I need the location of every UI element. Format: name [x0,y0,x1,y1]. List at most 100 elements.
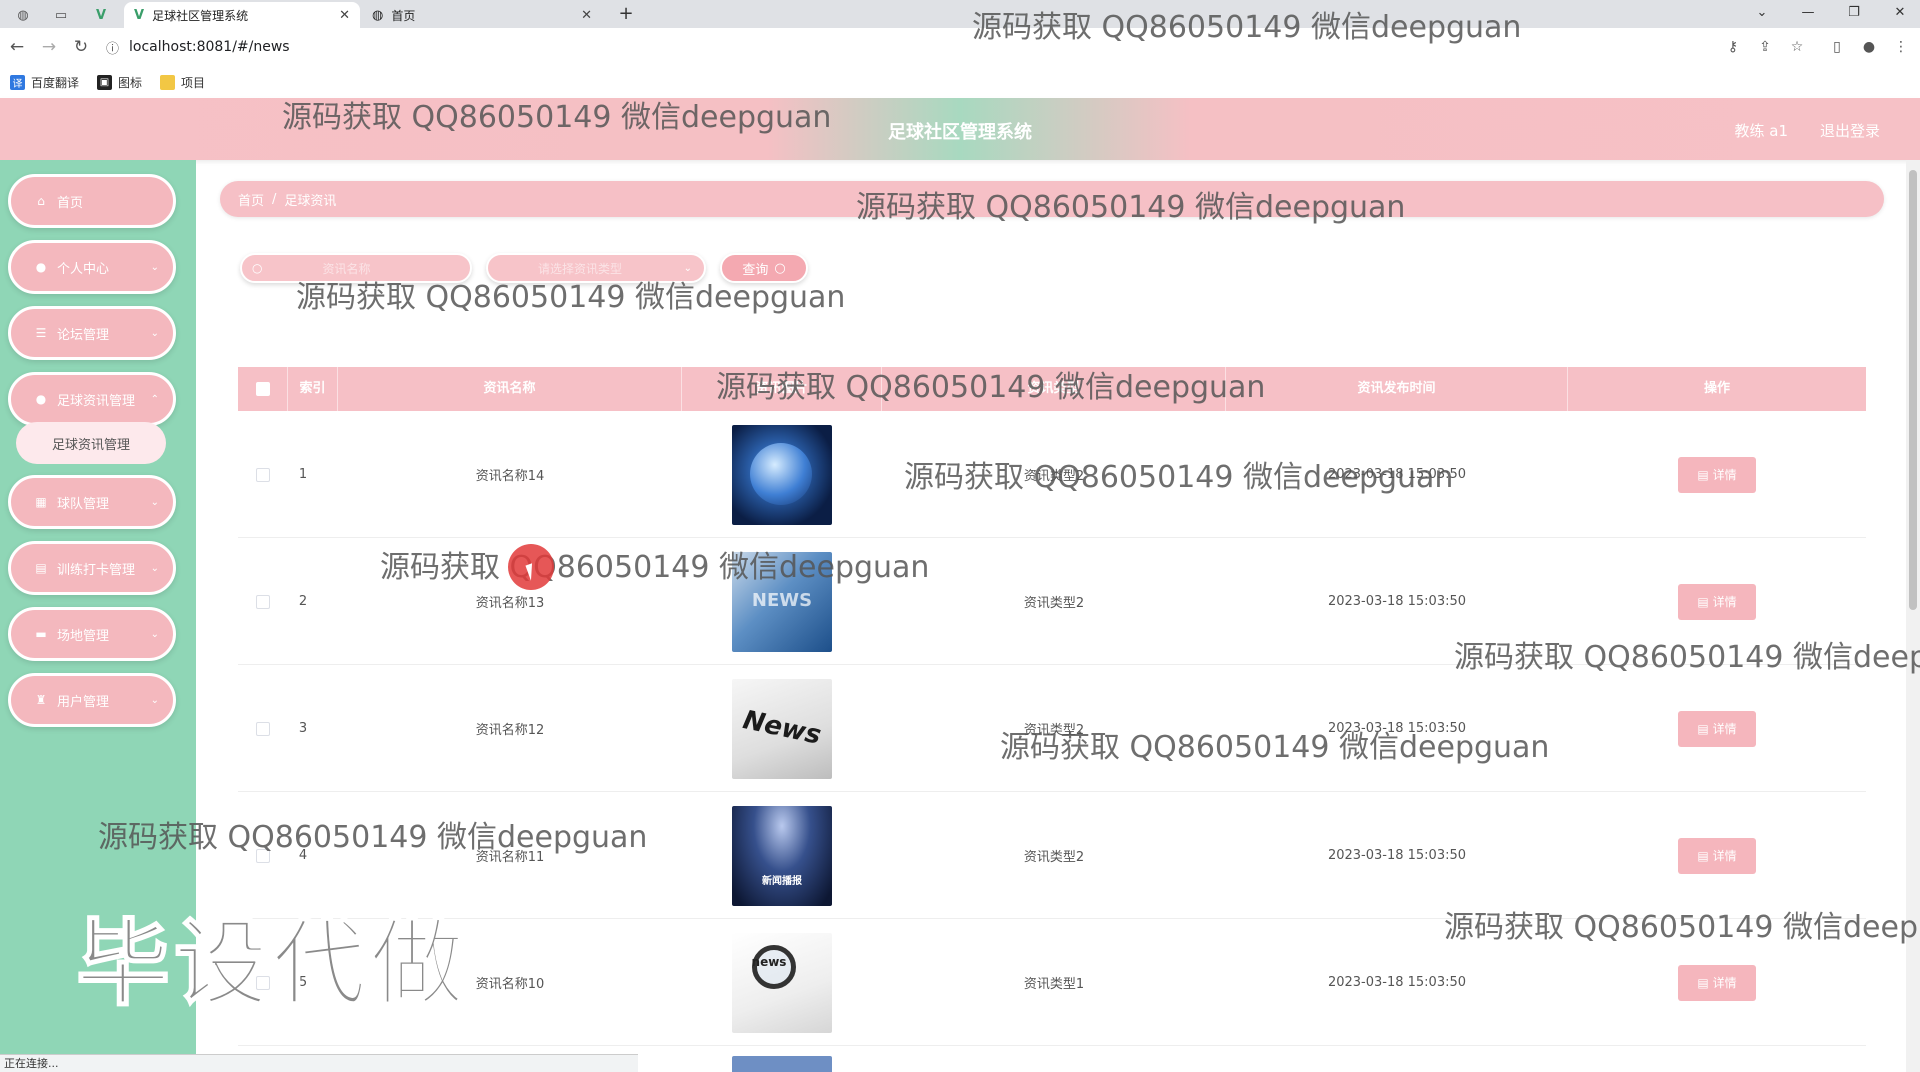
row-index: 3 [298,721,308,736]
close-icon[interactable]: ✕ [581,8,592,23]
news-image[interactable]: News [732,678,832,779]
new-tab-button[interactable]: + [614,2,638,26]
table-row: 1 资讯名称14 资讯类型2 2023-03-18 15:03:50 ▤ 详情 [238,411,1866,538]
bookmark-label: 项目 [181,75,206,90]
row-image-cell: news [682,919,882,1046]
sidebar-item-team[interactable]: ▦ 球队管理 ⌄ [8,475,176,529]
share-icon[interactable]: ⇪ [1754,36,1776,58]
minimize-button[interactable]: — [1788,2,1828,24]
sidebar-item-label: 场地管理 [57,628,110,644]
page-scrollbar[interactable] [1906,160,1920,1072]
app-title: 足球社区管理系统 [888,122,1032,143]
news-image[interactable]: news [732,932,832,1033]
folder-icon [160,74,176,90]
query-label: 查询 [742,262,769,278]
chevron-down-icon: ⌄ [150,327,159,339]
current-user: 教练 a1 [1734,122,1788,140]
news-image[interactable] [732,1056,832,1072]
row-checkbox-cell [238,538,288,665]
row-name: 资讯名称14 [475,469,545,484]
row-action-cell: ▤ 详情 [1568,919,1866,1046]
reload-icon[interactable]: ↻ [70,36,92,58]
news-image-caption: 新闻播报 [762,875,802,887]
sidebar-item-forum[interactable]: ☰ 论坛管理 ⌄ [8,306,176,360]
search-icon: ○ [774,260,786,276]
globe-icon: ◍ [372,7,384,23]
row-type: 资讯类型2 [1023,850,1085,865]
bookmark-item[interactable]: 项目 [160,74,205,91]
row-image-cell: News [682,665,882,792]
submenu-item-news[interactable]: 足球资讯管理 [16,422,166,464]
news-image-caption: news [751,954,787,969]
query-button[interactable]: 查询 ○ [720,253,808,283]
select-all-checkbox[interactable] [255,381,270,396]
row-checkbox[interactable] [256,721,270,736]
sidebar-item-home[interactable]: ⌂ 首页 [8,174,176,228]
row-checkbox[interactable] [256,848,270,863]
tab-search-icon[interactable]: ⌄ [1742,2,1782,24]
scrollbar-thumb[interactable] [1909,170,1917,610]
user-icon: ● [35,260,47,274]
sidepanel-icon[interactable]: ▯ [1826,36,1848,58]
row-checkbox[interactable] [256,467,270,482]
news-name-input[interactable]: ○ 资讯名称 [240,253,472,283]
forward-icon[interactable]: → [38,36,60,58]
tab-title: 首页 [391,8,416,23]
detail-button[interactable]: ▤ 详情 [1678,964,1756,1001]
back-icon[interactable]: ← [6,36,28,58]
news-image[interactable] [732,424,832,525]
user-icon: ● [35,392,47,406]
vue-icon[interactable]: V [88,4,114,26]
detail-button[interactable]: ▤ 详情 [1678,837,1756,874]
browser-tab-strip: ◍ ▭ V V 足球社区管理系统 ✕ ◍ 首页 ✕ + ⌄ — ❐ ✕ [0,0,1920,28]
sidebar-item-users[interactable]: ♜ 用户管理 ⌄ [8,673,176,727]
bookmarks-bar: 译 百度翻译 ▣ 图标 项目 [0,66,1920,98]
key-icon[interactable]: ⚷ [1722,36,1744,58]
close-icon[interactable]: ✕ [339,8,350,23]
url-field[interactable]: ⓘ localhost:8081/#/news [106,33,1706,61]
col-type: 资讯类型 [882,367,1226,411]
row-checkbox[interactable] [256,594,270,609]
news-type-select[interactable]: 请选择资讯类型 ⌄ [486,253,706,283]
restore-button[interactable]: ❐ [1834,2,1874,24]
menu-icon[interactable]: ⋮ [1890,36,1912,58]
sidebar-item-profile[interactable]: ● 个人中心 ⌄ [8,240,176,294]
bookmark-item[interactable]: ▣ 图标 [97,74,142,91]
row-type: 资讯类型2 [1023,723,1085,738]
row-action-cell: ▤ 详情 [1568,411,1866,538]
sidebar-item-news[interactable]: ● 足球资讯管理 ⌃ [8,372,176,426]
col-index: 索引 [288,367,338,411]
sidebar-item-label: 足球资讯管理 [57,393,136,409]
browser-status-bar: 正在连接... [0,1054,638,1072]
table-row: 4 资讯名称11 新闻播报 资讯类型2 2023-03-18 15:03:50 … [238,792,1866,919]
profile-icon[interactable]: ● [1858,36,1880,58]
tab-active[interactable]: V 足球社区管理系统 ✕ [124,2,360,28]
page-icon[interactable]: ▭ [48,4,74,26]
detail-button[interactable]: ▤ 详情 [1678,710,1756,747]
bookmark-label: 百度翻译 [31,75,80,90]
globe-icon[interactable]: ◍ [10,4,36,26]
star-icon[interactable]: ☆ [1786,36,1808,58]
url-text[interactable]: localhost:8081/#/news [129,39,290,55]
table-row: 2 资讯名称13 NEWS 资讯类型2 2023-03-18 15:03:50 … [238,538,1866,665]
row-type: 资讯类型2 [1023,596,1085,611]
news-image-caption: NEWS [751,589,813,611]
info-icon[interactable]: ⓘ [106,38,119,57]
row-checkbox-cell [238,411,288,538]
col-name: 资讯名称 [338,367,682,411]
bookmark-item[interactable]: 译 百度翻译 [10,74,79,91]
row-time: 2023-03-18 15:03:50 [1327,975,1467,990]
detail-button[interactable]: ▤ 详情 [1678,456,1756,493]
document-icon: ▤ [1697,467,1709,482]
tab-home[interactable]: ◍ 首页 ✕ [362,2,602,28]
logout-link[interactable]: 退出登录 [1820,120,1880,141]
detail-button[interactable]: ▤ 详情 [1678,583,1756,620]
sidebar-item-training[interactable]: ▤ 训练打卡管理 ⌄ [8,541,176,595]
vue-icon: V [134,7,145,23]
chevron-down-icon: ⌄ [150,562,159,574]
news-image[interactable]: NEWS [732,551,832,652]
close-window-button[interactable]: ✕ [1880,2,1920,24]
breadcrumb-home[interactable]: 首页 [238,190,264,209]
sidebar-item-venue[interactable]: ▬ 场地管理 ⌄ [8,607,176,661]
news-image[interactable]: 新闻播报 [732,805,832,906]
